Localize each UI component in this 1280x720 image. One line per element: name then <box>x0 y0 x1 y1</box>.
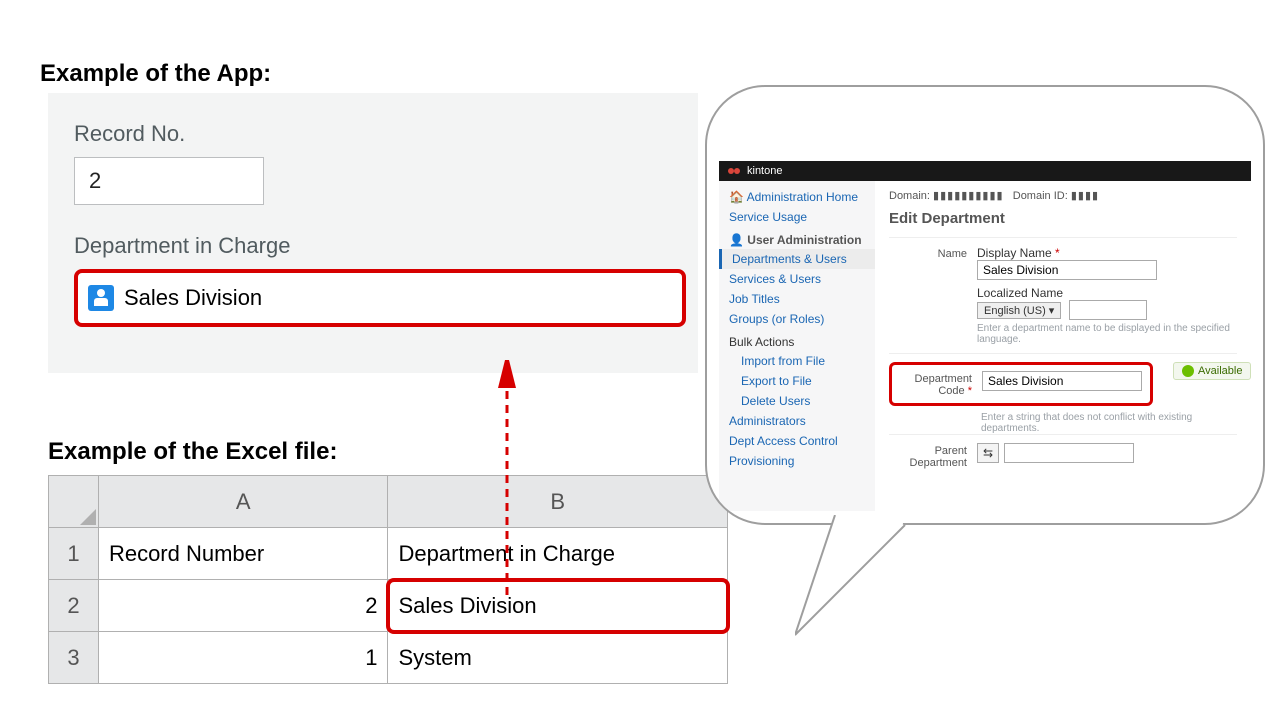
sidebar-item-service-usage[interactable]: Service Usage <box>719 207 875 227</box>
org-tree-button[interactable]: ⇆ <box>977 443 999 463</box>
excel-row-number: 1 <box>49 528 99 580</box>
sidebar-item-provisioning[interactable]: Provisioning <box>719 451 875 471</box>
excel-cell: Record Number <box>98 528 388 580</box>
sidebar-item-services-users[interactable]: Services & Users <box>719 269 875 289</box>
sidebar-item-dept-access[interactable]: Dept Access Control <box>719 431 875 451</box>
localized-name-label: Localized Name <box>977 286 1237 300</box>
kintone-top-bar: kintone <box>719 161 1251 181</box>
sidebar-item-import[interactable]: Import from File <box>719 351 875 371</box>
table-row: 2 2 Sales Division <box>49 580 728 632</box>
table-row: 1 Record Number Department in Charge <box>49 528 728 580</box>
sidebar-item-label: User Administration <box>747 233 861 247</box>
record-no-value: 2 <box>74 157 264 205</box>
sidebar-item-delete-users[interactable]: Delete Users <box>719 391 875 411</box>
excel-example-table: A B 1 Record Number Department in Charge… <box>48 475 728 684</box>
sidebar-group-user-admin: 👤 User Administration <box>719 227 875 249</box>
sidebar-item-groups[interactable]: Groups (or Roles) <box>719 309 875 329</box>
available-badge: Available <box>1173 362 1251 380</box>
excel-col-header-a: A <box>98 476 388 528</box>
heading-app-example: Example of the App: <box>40 60 271 88</box>
admin-main: Domain: ▮▮▮▮▮▮▮▮▮▮ Domain ID: ▮▮▮▮ Edit … <box>875 181 1251 511</box>
sidebar-item-admin-home[interactable]: 🏠 Administration Home <box>719 187 875 207</box>
parent-dept-label: Parent Department <box>889 443 967 469</box>
excel-cell-highlight: Sales Division <box>388 580 728 632</box>
parent-dept-input[interactable] <box>1004 443 1134 463</box>
dept-in-charge-field-highlight: Sales Division <box>74 269 686 327</box>
sidebar-item-export[interactable]: Export to File <box>719 371 875 391</box>
admin-sidebar: 🏠 Administration Home Service Usage 👤 Us… <box>719 181 875 511</box>
display-name-label: Display Name <box>977 246 1052 260</box>
localized-hint: Enter a department name to be displayed … <box>977 323 1237 345</box>
dept-code-hint: Enter a string that does not conflict wi… <box>981 412 1237 434</box>
domain-info: Domain: ▮▮▮▮▮▮▮▮▮▮ Domain ID: ▮▮▮▮ <box>889 189 1237 202</box>
table-row: 3 1 System <box>49 632 728 684</box>
excel-select-all-corner <box>49 476 99 528</box>
dept-code-input[interactable] <box>982 371 1142 391</box>
sidebar-item-job-titles[interactable]: Job Titles <box>719 289 875 309</box>
department-code-highlight: Department Code * <box>889 362 1153 406</box>
record-no-label: Record No. <box>74 121 672 147</box>
dept-code-label: Department Code <box>915 373 972 397</box>
excel-cell: System <box>388 632 728 684</box>
dept-in-charge-label: Department in Charge <box>74 233 672 259</box>
department-icon <box>88 285 114 311</box>
kintone-logo-icon <box>727 164 741 178</box>
sidebar-item-departments-users[interactable]: Departments & Users <box>719 249 875 269</box>
required-asterisk: * <box>968 385 972 397</box>
heading-excel-example: Example of the Excel file: <box>48 438 337 466</box>
excel-col-header-b: B <box>388 476 728 528</box>
sidebar-item-administrators[interactable]: Administrators <box>719 411 875 431</box>
excel-cell: Department in Charge <box>388 528 728 580</box>
app-example-panel: Record No. 2 Department in Charge Sales … <box>48 93 698 373</box>
page-title: Edit Department <box>889 210 1237 227</box>
domain-id-label: Domain ID: <box>1013 190 1068 202</box>
domain-label: Domain: <box>889 190 930 202</box>
excel-cell: 2 <box>98 580 388 632</box>
display-name-input[interactable] <box>977 260 1157 280</box>
name-row-label: Name <box>889 246 967 345</box>
excel-cell: 1 <box>98 632 388 684</box>
sidebar-group-bulk: Bulk Actions <box>719 329 875 351</box>
required-asterisk: * <box>1055 246 1060 260</box>
kintone-brand-label: kintone <box>747 165 782 177</box>
sidebar-item-label: Administration Home <box>747 190 858 204</box>
localized-name-input[interactable] <box>1069 300 1147 320</box>
excel-row-number: 3 <box>49 632 99 684</box>
callout-tail <box>795 515 935 645</box>
language-select[interactable]: English (US) ▾ <box>977 302 1061 319</box>
dept-in-charge-value: Sales Division <box>124 285 262 311</box>
admin-screenshot-callout: kintone 🏠 Administration Home Service Us… <box>705 85 1265 625</box>
excel-row-number: 2 <box>49 580 99 632</box>
